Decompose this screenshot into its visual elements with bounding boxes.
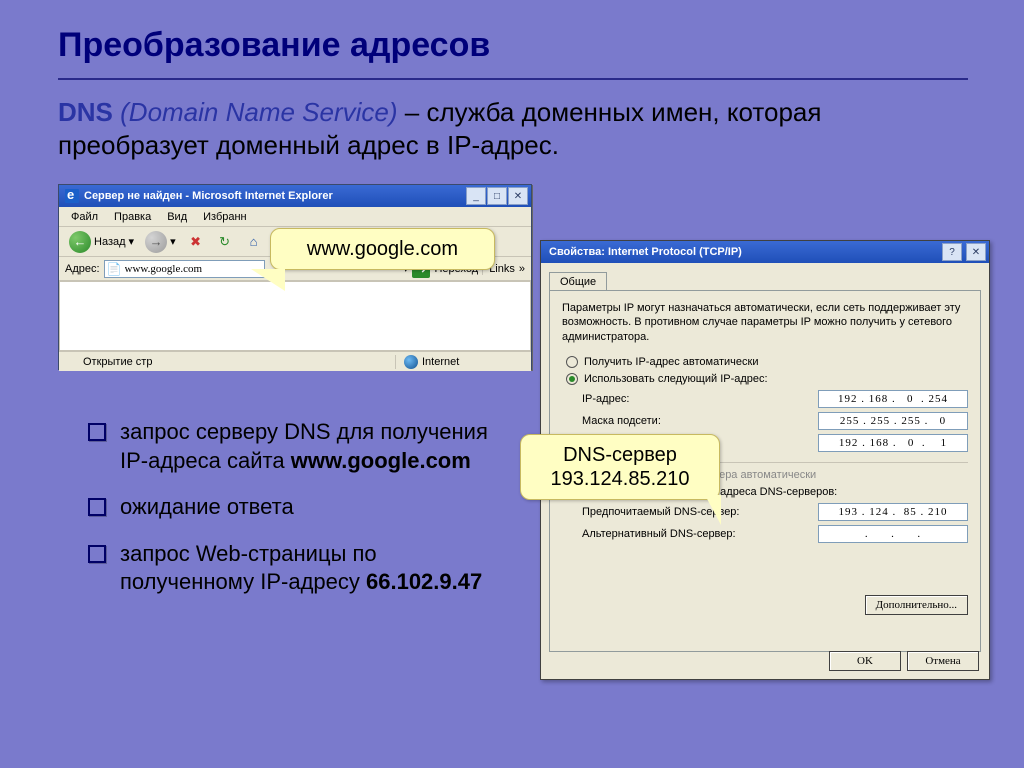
maximize-button[interactable]: □ [487,187,507,205]
tcpip-description: Параметры IP могут назначаться автоматич… [562,301,968,344]
intro-text: DNS (Domain Name Service) – служба домен… [58,96,928,161]
cancel-button[interactable]: Отмена [907,651,979,671]
forward-button[interactable]: → ▾ [141,229,180,255]
slide-title: Преобразование адресов [58,26,490,65]
radio-ip-auto-label: Получить IP-адрес автоматически [584,356,758,368]
forward-dropdown-icon: ▾ [170,235,176,248]
bullet-icon [88,498,106,516]
list-item: ожидание ответа [88,493,498,522]
dialog-close-button[interactable]: ✕ [966,243,986,261]
dns1-input[interactable] [818,503,968,521]
advanced-button[interactable]: Дополнительно... [865,595,968,615]
callout-tail [705,495,721,525]
help-button[interactable]: ? [942,243,962,261]
tab-general[interactable]: Общие [549,272,607,291]
dialog-titlebar[interactable]: Свойства: Internet Protocol (TCP/IP) ? ✕ [541,241,989,263]
ip-label: IP-адрес: [582,393,818,405]
list-item: запрос серверу DNS для получения IP-адре… [88,418,498,475]
zone-label: Internet [422,356,459,368]
radio-ip-manual[interactable]: Использовать следующий IP-адрес: [566,373,968,385]
page-icon: 📄 [107,262,121,276]
callout-dns: DNS-сервер 193.124.85.210 [520,434,720,500]
back-arrow-icon: ← [69,231,91,253]
dns2-label: Альтернативный DNS-сервер: [582,528,818,540]
callout-dns-line2: 193.124.85.210 [550,468,689,490]
item3-bold: 66.102.9.47 [366,569,482,594]
forward-arrow-icon: → [145,231,167,253]
dns-acronym: DNS [58,97,113,127]
stop-icon: ✖ [187,233,205,251]
dns-expansion: (Domain Name Service) [113,97,398,127]
callout-tail [251,269,285,291]
back-button[interactable]: ← Назад ▾ [65,229,138,255]
address-label: Адрес: [65,263,100,275]
ie-status-icon [65,355,79,369]
menu-edit[interactable]: Правка [108,209,157,225]
dns-fields: Предпочитаемый DNS-сервер: Альтернативны… [582,503,968,543]
gateway-input[interactable] [818,434,968,452]
dns2-input[interactable] [818,525,968,543]
ie-window-title: Сервер не найден - Microsoft Internet Ex… [84,190,461,202]
close-button[interactable]: ✕ [508,187,528,205]
minimize-button[interactable]: _ [466,187,486,205]
ie-logo-icon [65,189,79,203]
item1-bold: www.google.com [291,448,471,473]
radio-on-icon [566,373,578,385]
tabstrip: Общие [541,263,989,290]
item3-text: запрос Web-страницы по полученному IP-ад… [120,541,377,595]
address-input[interactable] [104,260,265,278]
menu-file[interactable]: Файл [65,209,104,225]
ie-window: Сервер не найден - Microsoft Internet Ex… [58,184,532,370]
ie-statusbar: Открытие стр Internet [59,351,531,371]
ie-menubar: Файл Правка Вид Избранн [59,207,531,227]
back-label: Назад [94,236,126,248]
stop-button[interactable]: ✖ [183,231,209,253]
menu-view[interactable]: Вид [161,209,193,225]
home-icon: ⌂ [245,233,263,251]
bullet-icon [88,545,106,563]
radio-ip-manual-label: Использовать следующий IP-адрес: [584,373,768,385]
ie-titlebar[interactable]: Сервер не найден - Microsoft Internet Ex… [59,185,531,207]
ie-content-area [59,281,531,351]
callout-google: www.google.com [270,228,495,270]
mask-label: Маска подсети: [582,415,818,427]
bullet-icon [88,423,106,441]
dns1-label: Предпочитаемый DNS-сервер: [582,506,818,518]
radio-ip-auto[interactable]: Получить IP-адрес автоматически [566,356,968,368]
security-zone: Internet [395,355,525,369]
refresh-icon: ↻ [216,233,234,251]
globe-icon [404,355,418,369]
item2-text: ожидание ответа [120,493,294,522]
callout-google-text: www.google.com [307,238,458,260]
status-text: Открытие стр [83,356,152,368]
radio-off-icon [566,356,578,368]
dialog-title: Свойства: Internet Protocol (TCP/IP) [549,246,938,258]
callout-dns-line1: DNS-сервер [563,444,677,466]
title-rule [58,78,968,80]
refresh-button[interactable]: ↻ [212,231,238,253]
list-item: запрос Web-страницы по полученному IP-ад… [88,540,498,597]
home-button[interactable]: ⌂ [241,231,267,253]
back-dropdown-icon: ▾ [129,235,135,248]
window-controls: _ □ ✕ [466,187,528,205]
ok-button[interactable]: OK [829,651,901,671]
dialog-buttons: OK Отмена [829,651,979,671]
mask-input[interactable] [818,412,968,430]
links-expand-icon[interactable]: » [519,263,525,275]
ip-input[interactable] [818,390,968,408]
bullet-list: запрос серверу DNS для получения IP-адре… [88,418,498,615]
menu-favorites[interactable]: Избранн [197,209,253,225]
